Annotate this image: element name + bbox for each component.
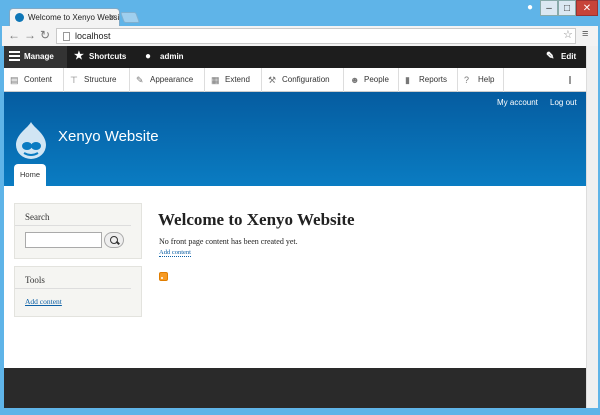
tools-block: Tools Add content	[14, 266, 142, 317]
shortcuts-label: Shortcuts	[89, 52, 127, 61]
extend-icon: ▦	[211, 75, 220, 85]
people-icon: ☻	[350, 75, 360, 85]
tray-label: Content	[24, 75, 53, 84]
window-bottom-border	[0, 408, 600, 415]
empty-front-page-message: No front page content has been created y…	[159, 237, 298, 246]
user-icon: ●	[145, 51, 152, 62]
reload-icon[interactable]: ↻	[40, 28, 50, 42]
tray-label: People	[364, 75, 389, 84]
admin-toolbar: Manage ★ Shortcuts ● admin ✎ Edit	[4, 46, 586, 68]
browser-menu-icon[interactable]: ≡	[582, 28, 588, 40]
tray-item-appearance[interactable]: ✎ Appearance	[130, 68, 205, 92]
tray-item-people[interactable]: ☻ People	[344, 68, 399, 92]
tray-label: Help	[478, 75, 495, 84]
drupal-favicon-icon	[15, 13, 24, 22]
close-tab-icon[interactable]: ×	[110, 9, 115, 26]
tray-item-content[interactable]: ▤ Content	[4, 68, 64, 92]
maximize-button[interactable]: □	[558, 0, 576, 16]
site-name[interactable]: Xenyo Website	[58, 128, 159, 145]
tray-label: Appearance	[150, 75, 194, 84]
edit-button[interactable]: ✎ Edit	[541, 46, 576, 68]
help-icon: ?	[464, 75, 470, 85]
search-icon[interactable]	[104, 232, 124, 248]
structure-icon: ⊤	[70, 75, 78, 85]
user-label: admin	[160, 52, 184, 61]
edit-label: Edit	[561, 52, 577, 61]
tray-label: Configuration	[282, 75, 330, 84]
manage-button[interactable]: Manage	[4, 46, 67, 68]
log-out-link[interactable]: Log out	[550, 98, 577, 107]
pencil-icon: ✎	[546, 51, 555, 62]
tray-label: Extend	[225, 75, 250, 84]
tools-block-title: Tools	[15, 267, 131, 289]
tab-home[interactable]: Home	[14, 164, 46, 186]
content-icon: ▤	[10, 75, 19, 85]
add-content-link[interactable]: Add content	[159, 249, 191, 257]
collapse-tray-icon[interactable]	[569, 76, 579, 84]
appearance-icon: ✎	[136, 75, 144, 85]
tray-label: Reports	[419, 75, 448, 84]
bookmark-star-icon[interactable]: ☆	[563, 28, 573, 41]
tray-item-structure[interactable]: ⊤ Structure	[64, 68, 130, 92]
minimize-button[interactable]: –	[540, 0, 558, 16]
back-icon[interactable]: ←	[8, 28, 20, 42]
admin-tray: ▤ Content ⊤ Structure ✎ Appearance ▦ Ext…	[4, 68, 586, 92]
page-title: Welcome to Xenyo Website	[158, 210, 355, 229]
reports-icon: ▮	[405, 75, 410, 85]
tray-item-help[interactable]: ? Help	[458, 68, 504, 92]
tray-item-reports[interactable]: ▮ Reports	[399, 68, 458, 92]
forward-icon[interactable]: →	[24, 28, 36, 42]
tray-item-configuration[interactable]: ⚒ Configuration	[262, 68, 344, 92]
my-account-link[interactable]: My account	[497, 98, 538, 107]
page-viewport: Manage ★ Shortcuts ● admin ✎ Edit ▤ Cont…	[4, 46, 586, 408]
tray-label: Structure	[84, 75, 117, 84]
browser-tab[interactable]: Welcome to Xenyo Website ×	[9, 8, 120, 26]
tools-add-content-link[interactable]: Add content	[25, 297, 62, 306]
user-button[interactable]: ● admin	[140, 46, 184, 68]
address-text: localhost	[75, 31, 111, 41]
address-bar[interactable]: localhost	[56, 28, 576, 44]
search-block: Search	[14, 203, 142, 259]
star-icon: ★	[74, 50, 84, 62]
main-region: Search Tools Add content Welcome to Xeny…	[4, 186, 586, 368]
wrench-icon: ⚒	[268, 75, 277, 85]
tray-item-extend[interactable]: ▦ Extend	[205, 68, 262, 92]
site-footer	[4, 368, 586, 408]
tab-title: Welcome to Xenyo Website	[28, 13, 120, 22]
page-icon	[63, 32, 70, 41]
search-block-title: Search	[15, 204, 131, 226]
rss-feed-icon[interactable]	[159, 272, 168, 281]
drupal-logo[interactable]	[14, 120, 48, 160]
menu-burger-icon	[9, 51, 20, 61]
browser-toolbar: ← → ↻ localhost	[2, 26, 598, 46]
manage-label: Manage	[24, 52, 54, 61]
vertical-scrollbar[interactable]	[586, 46, 598, 408]
shortcuts-button[interactable]: ★ Shortcuts	[69, 46, 126, 68]
user-profile-icon[interactable]: ●	[521, 0, 539, 16]
close-window-button[interactable]: ✕	[576, 0, 598, 16]
search-input[interactable]	[25, 232, 102, 248]
